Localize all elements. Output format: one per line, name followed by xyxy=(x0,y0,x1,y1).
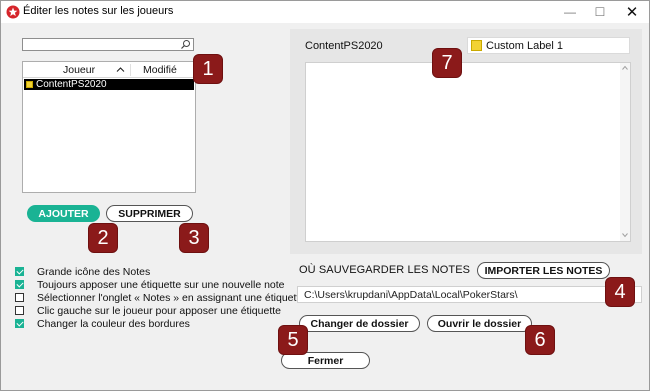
annotation-marker-4: 4 xyxy=(605,277,635,307)
maximize-button[interactable]: ☐ xyxy=(585,1,615,23)
annotation-marker-2: 2 xyxy=(88,223,118,253)
player-name-cell: ContentPS2020 xyxy=(36,79,107,90)
option-always-label-new-note[interactable]: Toujours apposer une étiquette sur une n… xyxy=(15,278,315,291)
save-location-heading: OÙ SAUVEGARDER LES NOTES xyxy=(299,264,471,276)
checkbox[interactable] xyxy=(15,319,24,328)
player-list-header: Joueur Modifié xyxy=(23,62,195,78)
option-select-notes-tab[interactable]: Sélectionner l'onglet « Notes » en assig… xyxy=(15,291,315,304)
checkbox[interactable] xyxy=(15,306,24,315)
title-bar: Éditer les notes sur les joueurs — ☐ ✕ xyxy=(1,1,649,23)
notes-textarea[interactable] xyxy=(305,62,631,242)
import-notes-button[interactable]: IMPORTER LES NOTES xyxy=(477,262,610,279)
checkbox[interactable] xyxy=(15,293,24,302)
notes-editor-window: Éditer les notes sur les joueurs — ☐ ✕ J… xyxy=(0,0,650,391)
add-button[interactable]: AJOUTER xyxy=(27,205,100,222)
option-change-border-color[interactable]: Changer la couleur des bordures xyxy=(15,317,315,330)
notes-panel: ContentPS2020 Custom Label 1 xyxy=(290,29,642,254)
column-divider[interactable] xyxy=(130,64,131,76)
scroll-down-icon[interactable] xyxy=(622,232,628,238)
player-search-input[interactable] xyxy=(23,40,173,51)
close-window-button[interactable]: ✕ xyxy=(617,1,647,23)
option-label: Sélectionner l'onglet « Notes » en assig… xyxy=(37,291,306,304)
scroll-up-icon[interactable] xyxy=(622,65,628,71)
maximize-icon: ☐ xyxy=(594,5,606,19)
annotation-marker-5: 5 xyxy=(278,325,308,355)
annotation-marker-6: 6 xyxy=(525,325,555,355)
option-label: Grande icône des Notes xyxy=(37,265,151,278)
label-dropdown[interactable]: Custom Label 1 xyxy=(467,37,630,54)
option-label: Clic gauche sur le joueur pour apposer u… xyxy=(37,304,281,317)
column-header-modified[interactable]: Modifié xyxy=(143,64,177,76)
annotation-marker-3: 3 xyxy=(179,223,209,253)
change-folder-button[interactable]: Changer de dossier xyxy=(299,315,420,332)
pokerstars-logo-icon xyxy=(6,5,20,19)
table-row[interactable]: ContentPS2020 xyxy=(24,79,194,90)
label-color-swatch xyxy=(26,81,33,88)
annotation-marker-1: 1 xyxy=(193,54,223,84)
sort-ascending-icon[interactable] xyxy=(116,65,125,74)
window-title: Éditer les notes sur les joueurs xyxy=(23,5,174,17)
checkbox[interactable] xyxy=(15,267,24,276)
checkbox[interactable] xyxy=(15,280,24,289)
player-list: Joueur Modifié ContentPS2020 xyxy=(22,61,196,193)
search-icon[interactable] xyxy=(180,39,191,50)
player-search-box xyxy=(22,38,194,51)
column-header-player[interactable]: Joueur xyxy=(63,64,95,76)
option-label: Toujours apposer une étiquette sur une n… xyxy=(37,278,285,291)
minimize-button[interactable]: — xyxy=(555,1,585,23)
minimize-icon: — xyxy=(564,5,576,19)
notes-player-name: ContentPS2020 xyxy=(305,40,383,52)
save-path-field[interactable]: C:\Users\krupdani\AppData\Local\PokerSta… xyxy=(297,286,642,303)
option-large-notes-icon[interactable]: Grande icône des Notes xyxy=(15,265,315,278)
notes-scrollbar[interactable] xyxy=(620,63,630,241)
annotation-marker-7: 7 xyxy=(432,48,462,78)
label-color-swatch xyxy=(471,40,482,51)
option-left-click-label[interactable]: Clic gauche sur le joueur pour apposer u… xyxy=(15,304,315,317)
option-label: Changer la couleur des bordures xyxy=(37,317,190,330)
close-icon: ✕ xyxy=(625,4,639,21)
delete-button[interactable]: SUPPRIMER xyxy=(106,205,193,222)
open-folder-button[interactable]: Ouvrir le dossier xyxy=(427,315,532,332)
label-dropdown-value: Custom Label 1 xyxy=(486,39,564,52)
